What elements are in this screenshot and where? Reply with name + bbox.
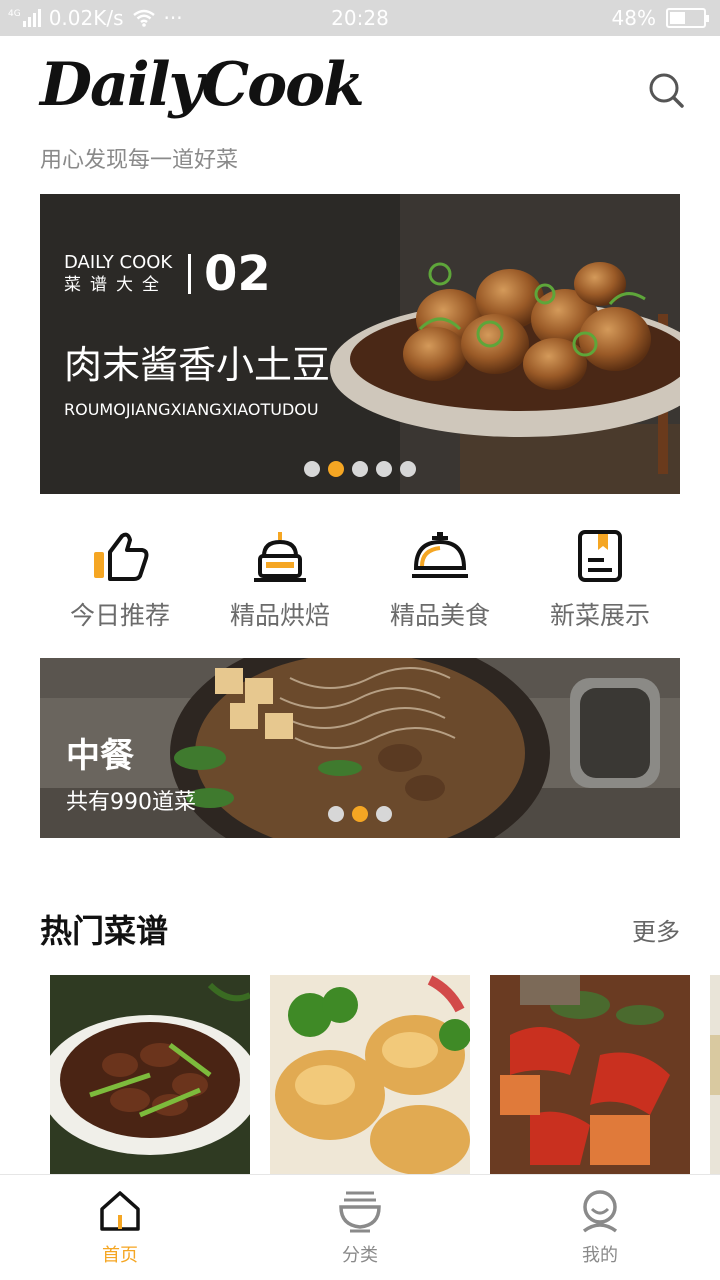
battery-percent: 48% <box>611 6 656 30</box>
status-bar: 4G 0.02K/s ··· 20:28 48% <box>0 0 720 36</box>
recipe-card[interactable] <box>270 975 470 1175</box>
category-label: 精品烘焙 <box>229 601 330 630</box>
tab-category[interactable]: 分类 <box>240 1175 480 1280</box>
category-label: 精品美食 <box>389 601 490 630</box>
category-baking[interactable]: 精品烘焙 <box>200 530 360 640</box>
banner-divider <box>188 254 191 294</box>
pagination-dot[interactable] <box>400 461 416 477</box>
recipe-card[interactable] <box>490 975 690 1175</box>
category-banner-count: 共有990道菜 <box>66 790 196 815</box>
category-banner[interactable]: 中餐 共有990道菜 <box>40 658 680 838</box>
tab-home[interactable]: 首页 <box>0 1175 240 1280</box>
search-icon[interactable] <box>646 70 686 110</box>
category-banner-pagination <box>328 806 392 822</box>
recipe-image <box>270 975 470 1175</box>
pagination-dot[interactable] <box>376 806 392 822</box>
cake-icon <box>254 532 306 582</box>
pagination-dot[interactable] <box>352 806 368 822</box>
thumbs-up-icon <box>94 532 149 581</box>
pagination-dot[interactable] <box>376 461 392 477</box>
recipe-image <box>710 975 720 1175</box>
tab-profile[interactable]: 我的 <box>480 1175 720 1280</box>
popular-section-title: 热门菜谱 <box>40 912 169 950</box>
home-icon <box>100 1191 140 1231</box>
featured-banner[interactable]: DAILY COOK 菜谱大全 02 肉末酱香小土豆 ROUMOJIANGXIA… <box>40 194 680 494</box>
pagination-dot[interactable] <box>328 461 344 477</box>
category-bowl-icon <box>339 1191 381 1233</box>
pagination-dot[interactable] <box>352 461 368 477</box>
pagination-dot[interactable] <box>328 806 344 822</box>
category-label: 新菜展示 <box>549 601 650 630</box>
pagination-dot[interactable] <box>304 461 320 477</box>
tab-label: 首页 <box>102 1245 138 1266</box>
banner-brand: DAILY COOK 菜谱大全 <box>64 252 172 296</box>
category-today-recommend[interactable]: 今日推荐 <box>40 530 200 640</box>
tab-label: 我的 <box>582 1245 618 1266</box>
food-cloche-icon <box>412 532 468 578</box>
category-fine-food[interactable]: 精品美食 <box>360 530 520 640</box>
recipe-image <box>50 975 250 1175</box>
bottom-tab-bar: 首页 分类 我的 <box>0 1174 720 1280</box>
banner-pinyin: ROUMOJIANGXIANGXIAOTUDOU <box>64 400 319 419</box>
recipe-card[interactable] <box>50 975 250 1175</box>
app-logo: DailyCook <box>40 50 365 120</box>
banner-number: 02 <box>204 246 271 302</box>
category-label: 今日推荐 <box>69 601 170 630</box>
clock: 20:28 <box>331 6 389 30</box>
battery-icon <box>666 8 709 28</box>
app-slogan: 用心发现每一道好菜 <box>40 148 239 173</box>
banner-title: 肉末酱香小土豆 <box>64 343 331 387</box>
recipe-image <box>490 975 690 1175</box>
recipe-book-icon <box>578 530 622 582</box>
popular-more-link[interactable]: 更多 <box>632 912 680 947</box>
banner-brand-name: DAILY COOK <box>64 252 173 273</box>
banner-brand-sub: 菜谱大全 <box>64 275 168 295</box>
tab-label: 分类 <box>342 1245 378 1266</box>
recipe-card[interactable] <box>710 975 720 1175</box>
category-banner-title: 中餐 <box>66 736 134 776</box>
category-shortcuts: 今日推荐 精品烘焙 精品美食 新菜展示 <box>40 530 680 640</box>
banner-pagination <box>304 461 416 477</box>
profile-icon <box>582 1190 618 1233</box>
category-new-dishes[interactable]: 新菜展示 <box>520 530 680 640</box>
